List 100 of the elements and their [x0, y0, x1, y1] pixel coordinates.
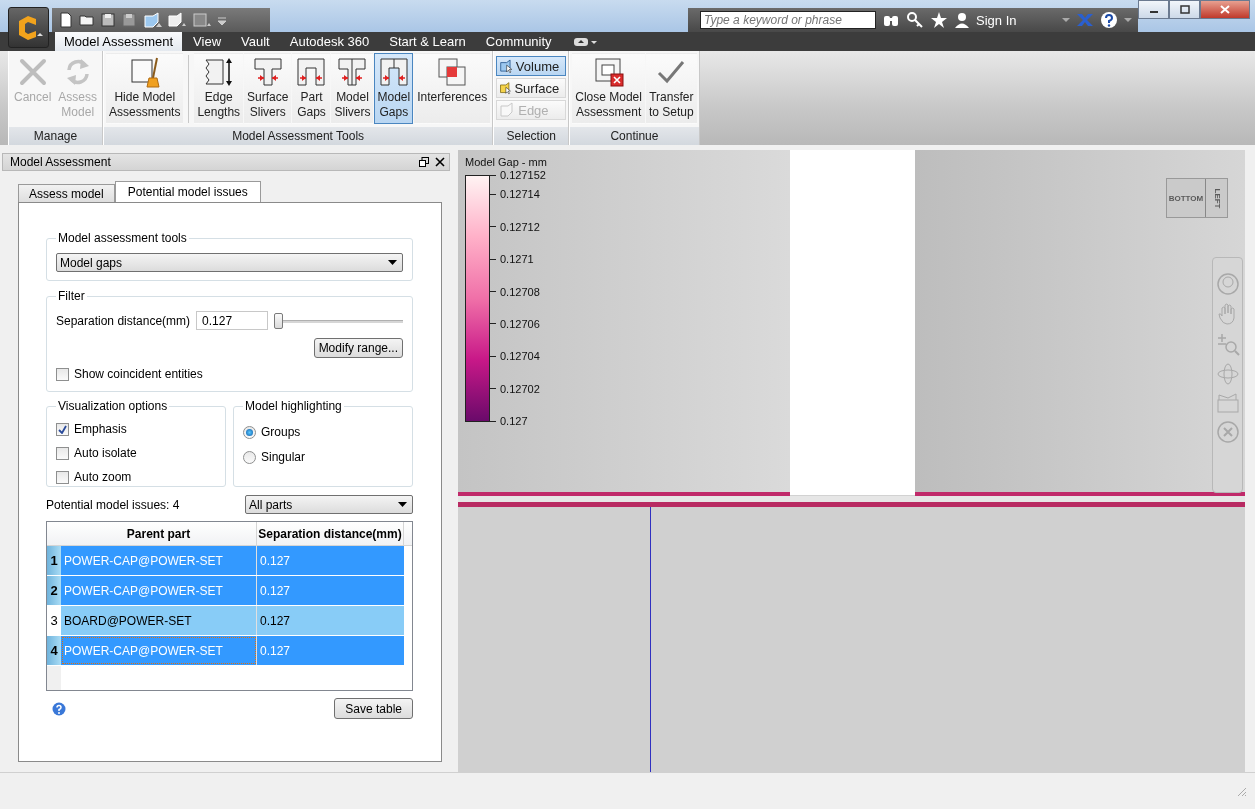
caret-icon[interactable] — [1062, 17, 1071, 23]
list-icon[interactable] — [192, 11, 212, 29]
checkbox-label: Auto zoom — [74, 470, 132, 484]
close-button[interactable] — [1200, 0, 1250, 19]
checkbox[interactable] — [56, 422, 69, 436]
ribbon-tab[interactable]: View — [184, 32, 231, 51]
legend-tick-label: 0.12714 — [500, 188, 540, 201]
ribbon-tab[interactable]: Vault — [232, 32, 279, 51]
group-title: Continue — [570, 127, 699, 145]
maximize-button[interactable] — [1169, 0, 1200, 19]
help-icon[interactable] — [1100, 11, 1119, 29]
group-title: Manage — [9, 127, 103, 145]
checkbox-label: Emphasis — [74, 422, 127, 436]
radio-button[interactable] — [243, 450, 256, 464]
caret-icon[interactable] — [1124, 17, 1133, 23]
app-menu-button[interactable] — [8, 7, 49, 48]
tool-dropdown[interactable]: Model gaps — [56, 253, 403, 272]
user-icon[interactable] — [954, 11, 970, 29]
group-label: Model assessment tools — [57, 231, 188, 245]
search-field[interactable]: Type a keyword or phrase — [700, 11, 876, 29]
box-icon[interactable] — [167, 11, 187, 29]
modify-range-button[interactable]: Modify range... — [313, 338, 403, 358]
group-label: Filter — [57, 289, 86, 303]
ribbon-tab[interactable]: Start & Learn — [380, 32, 475, 51]
cube-icon[interactable] — [142, 11, 162, 29]
ribbon-button[interactable]: Transfer to Setup — [645, 53, 697, 124]
legend-tick-label: 0.12706 — [500, 317, 540, 330]
slider-thumb[interactable] — [274, 312, 284, 329]
new-file-icon[interactable] — [58, 12, 74, 28]
minimize-button[interactable] — [1138, 0, 1169, 19]
group-title: Selection — [494, 127, 569, 145]
ribbon-button[interactable]: Edge Lengths — [194, 53, 244, 124]
ribbon-button[interactable]: Hide Model Assessments — [106, 53, 184, 124]
selection-button[interactable]: Volume — [496, 56, 567, 76]
cube-face-label: BOTTOM — [1168, 193, 1204, 203]
legend-tick-label: 0.127152 — [500, 169, 546, 181]
caret-icon — [398, 502, 407, 507]
radio-button[interactable] — [243, 425, 256, 439]
gap-icon — [295, 56, 328, 88]
legend-tick-label: 0.12712 — [500, 220, 540, 233]
field-label: Separation distance(mm) — [56, 313, 191, 328]
key-icon[interactable] — [906, 11, 924, 29]
distance-field[interactable]: 0.127 — [196, 311, 269, 330]
star-icon[interactable] — [930, 11, 948, 29]
close-icon — [1220, 5, 1230, 14]
row-header: 1 — [47, 546, 61, 575]
save-icon[interactable] — [121, 12, 137, 28]
table-row[interactable]: 4 POWER-CAP@POWER-SET 0.127 — [47, 636, 404, 666]
legend-tick-label: 0.1271 — [500, 253, 534, 266]
resize-grip-icon — [1235, 785, 1247, 797]
view-cube[interactable]: BOTTOM LEFT — [1166, 178, 1228, 218]
edge-length-icon — [202, 56, 235, 88]
row-header: 3 — [47, 606, 61, 635]
caret-icon — [388, 260, 397, 265]
row-header: 2 — [47, 576, 61, 605]
open-folder-icon[interactable] — [79, 12, 95, 28]
checkbox[interactable] — [56, 446, 69, 460]
cube-face-label: LEFT — [1212, 188, 1221, 208]
cube-icon — [499, 102, 516, 118]
checkbox[interactable] — [56, 367, 69, 381]
ribbon-button[interactable]: Interferences — [414, 53, 491, 124]
ribbon-toggle-icon[interactable] — [572, 36, 597, 47]
close-icon[interactable] — [435, 157, 445, 167]
selection-button[interactable]: Surface — [496, 78, 567, 98]
table-row[interactable]: 3 BOARD@POWER-SET 0.127 — [47, 606, 404, 636]
column-header[interactable]: Parent part — [61, 522, 257, 545]
ribbon-tab[interactable]: Autodesk 360 — [280, 32, 379, 51]
ribbon-button[interactable]: Model Gaps — [374, 53, 414, 124]
checkbox-label: Show coincident entities — [74, 367, 203, 381]
checkbox-label: Auto isolate — [74, 446, 137, 460]
float-icon[interactable] — [419, 157, 429, 167]
table-cell: POWER-CAP@POWER-SET — [61, 576, 257, 605]
ribbon-tab[interactable]: Community — [476, 32, 561, 51]
ribbon-button[interactable]: Close Model Assessment — [572, 53, 645, 124]
checkbox[interactable] — [56, 470, 69, 484]
table-cell: POWER-CAP@POWER-SET — [61, 636, 257, 665]
panel-title: Model Assessment — [10, 155, 112, 169]
group-label: Model highlighting — [244, 399, 343, 413]
save-icon[interactable] — [100, 12, 116, 28]
cube-icon — [499, 58, 513, 74]
save-table-button[interactable]: Save table — [334, 698, 413, 719]
tab[interactable]: Assess model — [18, 184, 115, 202]
broom-icon — [128, 56, 161, 88]
table-row[interactable]: 2 POWER-CAP@POWER-SET 0.127 — [47, 576, 404, 606]
help-icon[interactable] — [52, 701, 66, 716]
ribbon-button[interactable]: Part Gaps — [292, 53, 331, 124]
radio-label: Singular — [261, 450, 306, 464]
legend-tick-label: 0.12708 — [500, 285, 540, 298]
sliver-icon — [336, 56, 369, 88]
overlap-icon — [436, 56, 469, 88]
legend-tick-label: 0.12704 — [500, 350, 540, 363]
sign-in-link[interactable]: Sign In — [976, 12, 1017, 28]
table-row[interactable]: 1 POWER-CAP@POWER-SET 0.127 — [47, 546, 404, 576]
column-header[interactable]: Separation distance(mm) — [257, 522, 404, 545]
caret-icon[interactable] — [217, 14, 227, 26]
parts-dropdown[interactable]: All parts — [245, 495, 413, 514]
tab[interactable]: Potential model issues — [114, 181, 261, 202]
ribbon-button[interactable]: Surface Slivers — [244, 53, 292, 124]
ribbon-button[interactable]: Model Slivers — [331, 53, 374, 124]
ribbon-tab[interactable]: Model Assessment — [55, 32, 183, 51]
